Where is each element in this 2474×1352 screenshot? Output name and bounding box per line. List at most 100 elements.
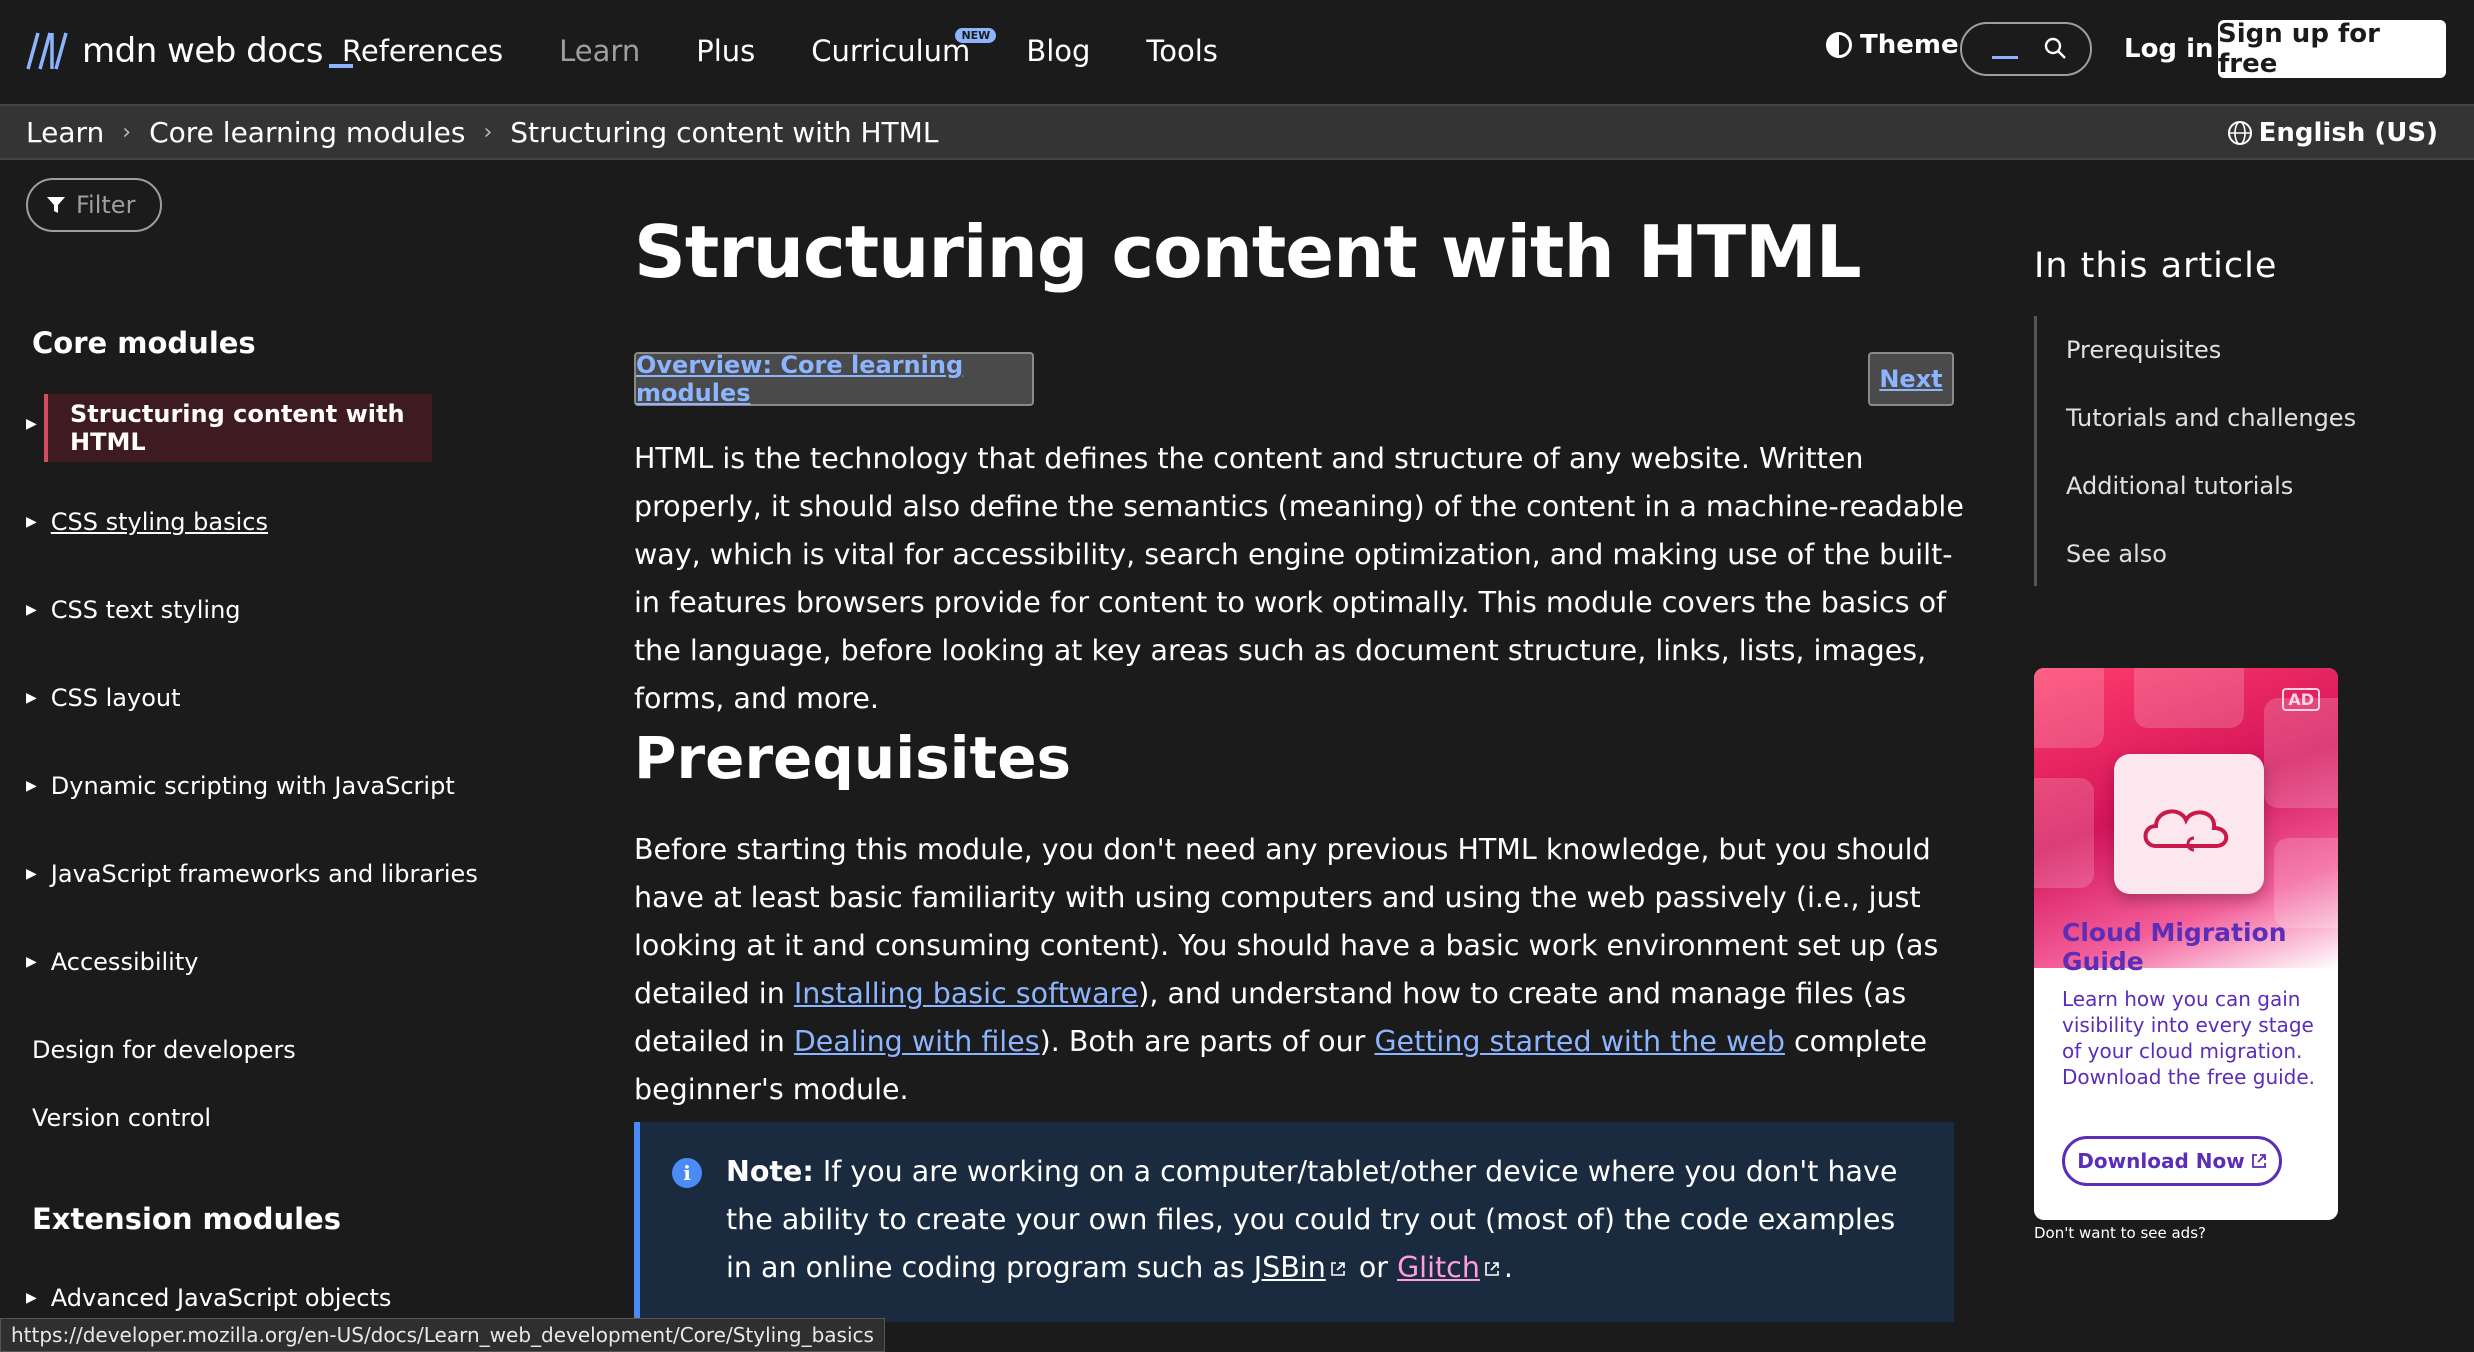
- sidebar-item-label: Dynamic scripting with JavaScript: [50, 772, 455, 800]
- ad-title: Cloud Migration Guide: [2062, 918, 2287, 976]
- prereq-text-3: ). Both are parts of our: [1039, 1025, 1375, 1058]
- top-navigation: mdn web docs References Learn Plus Curri…: [0, 0, 2474, 102]
- page-title: Structuring content with HTML: [634, 210, 1862, 294]
- nav-curriculum-label: Curriculum: [811, 34, 971, 68]
- search-cursor: [1992, 56, 2018, 59]
- sidebar-item-advanced-js-objects[interactable]: ▶ Advanced JavaScript objects: [26, 1284, 391, 1312]
- filter-input[interactable]: Filter: [26, 178, 162, 232]
- sidebar-item-dynamic-scripting[interactable]: ▶ Dynamic scripting with JavaScript: [26, 772, 455, 800]
- sidebar-item-css-text-styling[interactable]: ▶ CSS text styling: [26, 596, 241, 624]
- sidebar-item-design-for-developers[interactable]: Design for developers: [32, 1036, 296, 1064]
- sidebar-heading-core: Core modules: [32, 326, 256, 360]
- triangle-right-icon: ▶: [26, 866, 37, 882]
- status-bar-url: https://developer.mozilla.org/en-US/docs…: [0, 1318, 885, 1352]
- prerequisites-heading: Prerequisites: [634, 724, 1072, 792]
- sidebar-item-js-frameworks[interactable]: ▶ JavaScript frameworks and libraries: [26, 860, 478, 888]
- toc-item-additional-tutorials[interactable]: Additional tutorials: [2066, 472, 2293, 500]
- overview-link[interactable]: Overview: Core learning modules: [634, 351, 1034, 407]
- triangle-right-icon: ▶: [26, 514, 37, 530]
- ad-tile: [2274, 838, 2338, 928]
- breadcrumb-bar: Learn › Core learning modules › Structur…: [0, 104, 2474, 160]
- new-badge: NEW: [955, 28, 997, 43]
- theme-icon: [1826, 32, 1852, 58]
- external-link-icon: [1485, 1262, 1499, 1276]
- note-end: .: [1503, 1251, 1513, 1284]
- sidebar-item-label: Accessibility: [50, 948, 199, 976]
- toc-item-prerequisites[interactable]: Prerequisites: [2066, 336, 2221, 364]
- sidebar-item-structuring-html[interactable]: Structuring content with HTML: [44, 394, 432, 462]
- toc-divider: [2034, 316, 2037, 586]
- dealing-with-files-link[interactable]: Dealing with files: [794, 1025, 1040, 1058]
- filter-icon: [47, 197, 65, 213]
- sidebar-item-version-control[interactable]: Version control: [32, 1104, 211, 1132]
- language-label: English (US): [2258, 118, 2438, 148]
- search-icon[interactable]: [2044, 37, 2066, 59]
- nav-learn[interactable]: Learn: [559, 34, 640, 68]
- triangle-right-icon: ▶: [26, 1290, 37, 1306]
- cloud-icon: [2143, 809, 2229, 852]
- ad-tag: AD: [2282, 688, 2320, 711]
- nav-blog[interactable]: Blog: [1026, 34, 1090, 68]
- ad-tile: [2034, 778, 2094, 888]
- sidebar-item-label: CSS text styling: [50, 596, 241, 624]
- triangle-right-icon: ▶: [26, 954, 37, 970]
- signup-button[interactable]: Sign up for free: [2218, 19, 2446, 79]
- note-text: Note: If you are working on a computer/t…: [726, 1148, 1926, 1292]
- triangle-right-icon: ▶: [26, 778, 37, 794]
- globe-icon: [2227, 121, 2252, 145]
- mdn-logo-icon: [26, 32, 68, 70]
- filter-placeholder: Filter: [76, 191, 136, 219]
- ad-tile: [2264, 698, 2338, 808]
- breadcrumb-learn[interactable]: Learn: [26, 116, 104, 149]
- ad-cloud-card: [2114, 754, 2264, 894]
- ad-download-button[interactable]: Download Now: [2062, 1136, 2282, 1186]
- logo-text: mdn web docs: [82, 31, 323, 71]
- next-link[interactable]: Next: [1868, 352, 1954, 406]
- chevron-right-icon: ›: [483, 120, 493, 145]
- breadcrumb-current[interactable]: Structuring content with HTML: [510, 116, 938, 149]
- ad-tile: [2034, 668, 2104, 748]
- nav-plus[interactable]: Plus: [696, 34, 755, 68]
- login-link[interactable]: Log in: [2124, 34, 2214, 64]
- toc-title: In this article: [2034, 246, 2278, 286]
- triangle-right-icon: ▶: [26, 602, 37, 618]
- external-link-icon: [2251, 1154, 2266, 1168]
- breadcrumb: Learn › Core learning modules › Structur…: [26, 116, 938, 149]
- triangle-right-icon: ▶: [26, 690, 37, 706]
- intro-paragraph: HTML is the technology that defines the …: [634, 442, 1964, 715]
- nav-curriculum[interactable]: Curriculum NEW: [811, 28, 997, 68]
- sidebar-item-css-styling-basics[interactable]: ▶ CSS styling basics: [26, 508, 268, 536]
- main-nav: References Learn Plus Curriculum NEW Blo…: [342, 26, 1274, 76]
- sidebar-ad[interactable]: AD Cloud Migration Guide Learn how you c…: [2034, 668, 2338, 1220]
- no-ads-link[interactable]: Don't want to see ads?: [2034, 1224, 2206, 1242]
- mdn-logo[interactable]: mdn web docs: [26, 26, 353, 76]
- toc-item-tutorials[interactable]: Tutorials and challenges: [2066, 404, 2356, 432]
- glitch-link[interactable]: Glitch: [1397, 1251, 1480, 1284]
- external-link-icon: [1330, 1262, 1345, 1276]
- prerequisites-paragraph: Before starting this module, you don't n…: [634, 826, 1964, 1114]
- nav-tools[interactable]: Tools: [1146, 34, 1217, 68]
- sidebar-item-css-layout[interactable]: ▶ CSS layout: [26, 684, 181, 712]
- ad-tile: [2134, 668, 2244, 728]
- installing-basic-software-link[interactable]: Installing basic software: [794, 977, 1138, 1010]
- ad-button-label: Download Now: [2077, 1149, 2245, 1173]
- language-selector[interactable]: English (US): [2227, 118, 2438, 148]
- sidebar-item-label: Advanced JavaScript objects: [50, 1284, 392, 1312]
- ad-body: Learn how you can gain visibility into e…: [2062, 987, 2316, 1089]
- sidebar-item-label: CSS layout: [50, 684, 181, 712]
- note-callout: i Note: If you are working on a computer…: [634, 1122, 1954, 1322]
- nav-references[interactable]: References: [342, 34, 503, 68]
- getting-started-link[interactable]: Getting started with the web: [1374, 1025, 1784, 1058]
- sidebar-item-accessibility[interactable]: ▶ Accessibility: [26, 948, 198, 976]
- toc-item-see-also[interactable]: See also: [2066, 540, 2167, 568]
- jsbin-link[interactable]: JSBin: [1254, 1251, 1326, 1284]
- theme-switcher[interactable]: Theme: [1826, 30, 1959, 60]
- breadcrumb-core-modules[interactable]: Core learning modules: [149, 116, 465, 149]
- sidebar-item-label: Structuring content with HTML: [70, 400, 405, 456]
- info-icon: i: [672, 1158, 702, 1188]
- theme-label: Theme: [1860, 30, 1959, 60]
- sidebar-heading-extension: Extension modules: [32, 1202, 341, 1236]
- triangle-right-icon: ▶: [26, 416, 37, 432]
- search-input[interactable]: [1960, 22, 2092, 76]
- chevron-right-icon: ›: [122, 120, 132, 145]
